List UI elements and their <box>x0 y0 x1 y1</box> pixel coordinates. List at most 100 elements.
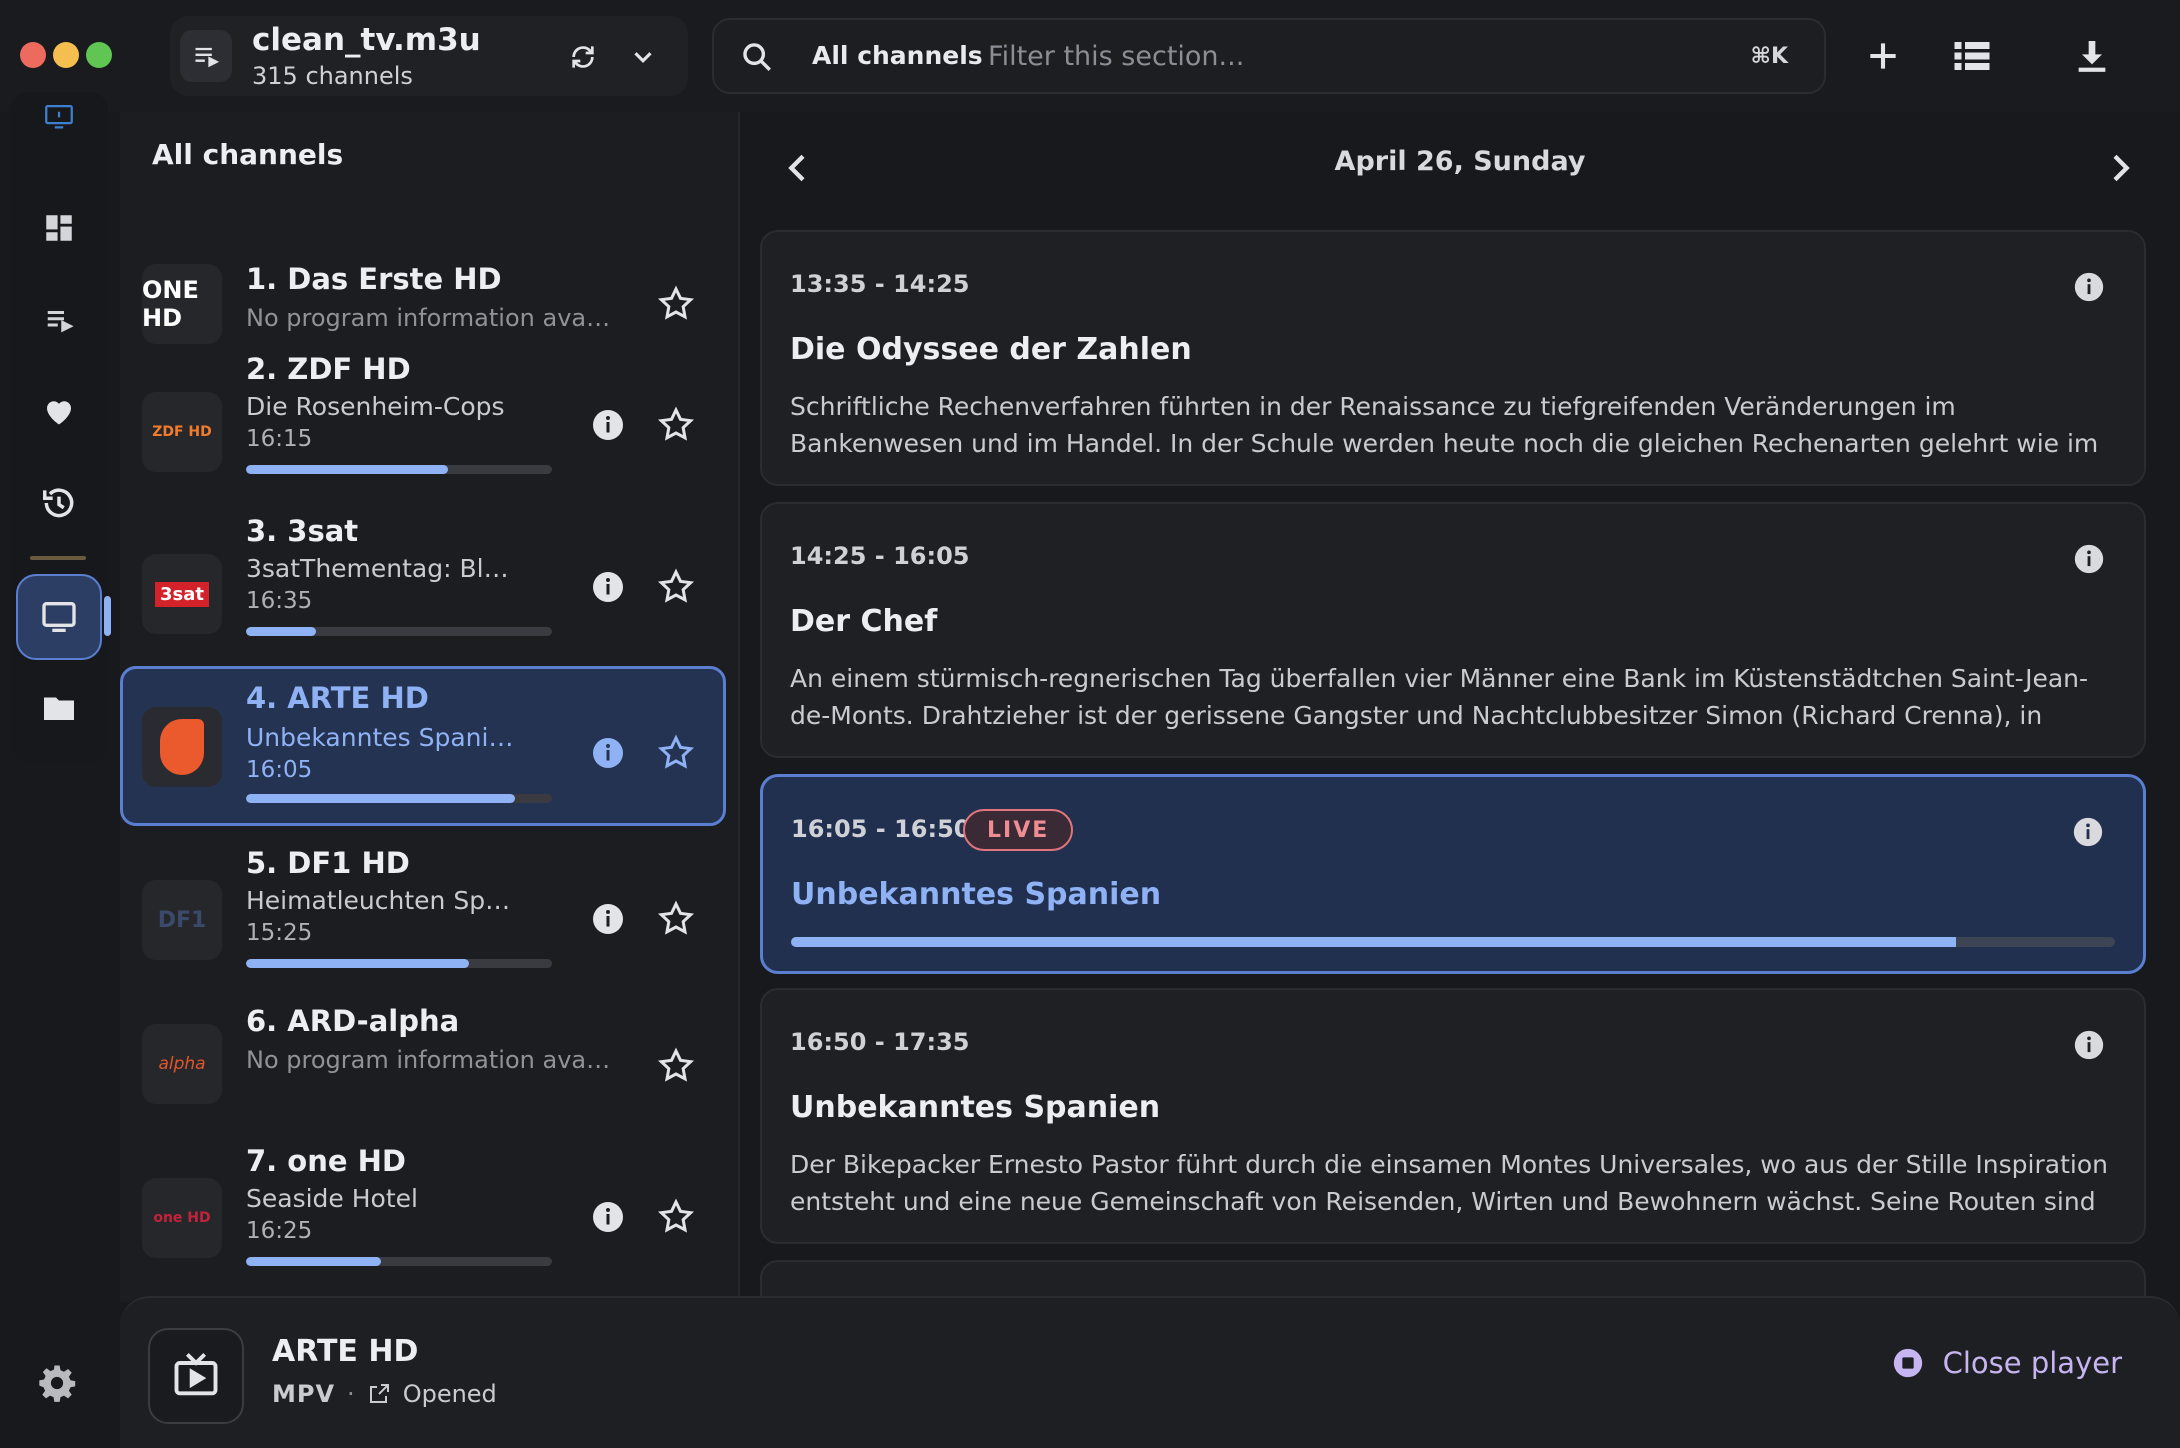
chevron-down-icon[interactable] <box>620 34 666 80</box>
program-title: Unbekanntes Spanien <box>790 1090 1161 1125</box>
refresh-icon[interactable] <box>560 34 606 80</box>
channel-row[interactable]: DF1 5. DF1 HD Heimatleuchten Spezial 15:… <box>120 846 726 1006</box>
channel-name: 2. ZDF HD <box>246 352 411 386</box>
favorite-star-icon[interactable] <box>656 733 696 773</box>
channel-logo: 3sat <box>142 554 222 634</box>
program-time: 14:25 - 16:05 <box>790 542 970 570</box>
channel-name: 4. ARTE HD <box>246 681 429 715</box>
info-icon[interactable] <box>590 569 626 605</box>
search-input[interactable] <box>988 32 1688 80</box>
player-channel-name: ARTE HD <box>272 1334 419 1369</box>
maximize-window-button[interactable] <box>86 42 112 68</box>
program-description: Schriftliche Rechenverfahren führten in … <box>790 392 2099 458</box>
playlists-icon[interactable] <box>0 290 118 350</box>
playlist-title: clean_tv.m3u <box>252 22 481 58</box>
program-description: An einem stürmisch-regnerischen Tag über… <box>790 664 2089 730</box>
favorites-heart-icon[interactable] <box>0 381 118 441</box>
info-icon[interactable] <box>2072 1028 2106 1062</box>
channel-program: Seaside Hotel <box>246 1184 418 1213</box>
favorite-star-icon[interactable] <box>656 899 696 939</box>
channel-program-time: 16:25 <box>246 1218 313 1244</box>
guide-date: April 26, Sunday <box>1334 146 1586 177</box>
info-icon[interactable] <box>2072 270 2106 304</box>
list-view-icon[interactable] <box>1944 28 2000 84</box>
download-icon[interactable] <box>2064 28 2120 84</box>
program-time: 16:50 - 17:35 <box>790 1028 970 1056</box>
next-day-chevron-icon[interactable] <box>2100 148 2140 188</box>
live-badge: LIVE <box>963 809 1074 851</box>
info-icon[interactable] <box>2072 542 2106 576</box>
close-player-button[interactable]: Close player <box>1891 1346 2122 1380</box>
channel-program: Unbekanntes Spanien <box>246 723 518 752</box>
favorite-star-icon[interactable] <box>656 405 696 445</box>
program-title: Der Chef <box>790 604 938 639</box>
open-external-icon <box>369 1384 389 1403</box>
channel-progress <box>246 794 552 803</box>
program-card[interactable]: 16:50 - 17:35 Unbekanntes Spanien Der Bi… <box>760 988 2146 1244</box>
channel-row[interactable]: alpha 6. ARD-alpha No program informatio… <box>120 1004 726 1164</box>
favorite-star-icon[interactable] <box>656 1197 696 1237</box>
channel-program-time: 16:05 <box>246 757 313 783</box>
stop-icon <box>1893 1348 1922 1378</box>
playlist-channel-count: 315 channels <box>252 62 413 90</box>
search-icon <box>743 43 771 71</box>
channel-logo: arte <box>142 707 222 787</box>
search-bar[interactable]: All channels ⌘K <box>712 18 1826 94</box>
channel-program-time: 16:35 <box>246 588 313 614</box>
channel-name: 5. DF1 HD <box>246 846 410 880</box>
info-icon[interactable] <box>590 735 626 771</box>
player-bar: ARTE HD MPV · Opened Close player <box>120 1296 2180 1448</box>
player-meta: MPV · Opened <box>272 1380 497 1408</box>
channel-name: 7. one HD <box>246 1144 406 1178</box>
program-card-live[interactable]: 16:05 - 16:50 LIVE Unbekanntes Spanien <box>760 774 2146 974</box>
tv-play-icon <box>148 1328 244 1424</box>
meta-separator: · <box>347 1380 355 1408</box>
favorite-star-icon[interactable] <box>656 567 696 607</box>
shortcut-hint: ⌘K <box>1750 44 1788 69</box>
app-window: clean_tv.m3u 315 channels All channels ⌘… <box>0 0 2180 1448</box>
channel-list-panel: All channels ONE HD 1. Das Erste HD No p… <box>120 112 738 1302</box>
history-icon[interactable] <box>0 473 118 533</box>
channel-program: Die Rosenheim-Cops <box>246 392 505 421</box>
channel-progress <box>246 959 552 968</box>
channel-program: Heimatleuchten Spezial <box>246 886 518 915</box>
playlist-selector[interactable]: clean_tv.m3u 315 channels <box>170 16 688 96</box>
info-icon[interactable] <box>2071 815 2105 849</box>
app-logo-icon <box>0 86 118 146</box>
channel-program: No program information availa... <box>246 304 616 332</box>
info-icon[interactable] <box>590 407 626 443</box>
search-scope[interactable]: All channels <box>812 41 983 70</box>
channel-row[interactable]: ZDF HD 2. ZDF HD Die Rosenheim-Cops 16:1… <box>120 352 726 512</box>
channel-name: 1. Das Erste HD <box>246 262 502 296</box>
channel-program: No program information availa... <box>246 1046 616 1074</box>
program-card[interactable]: 13:35 - 14:25 Die Odyssee der Zahlen Sch… <box>760 230 2146 486</box>
program-card[interactable]: 14:25 - 16:05 Der Chef An einem stürmisc… <box>760 502 2146 758</box>
channel-logo: DF1 <box>142 880 222 960</box>
channel-logo: one HD <box>142 1178 222 1258</box>
close-player-label: Close player <box>1942 1346 2122 1380</box>
info-icon[interactable] <box>590 901 626 937</box>
channel-program-time: 16:15 <box>246 426 313 452</box>
favorite-star-icon[interactable] <box>656 284 696 324</box>
channel-row[interactable]: one HD 7. one HD Seaside Hotel 16:25 <box>120 1144 726 1304</box>
settings-gear-icon[interactable] <box>36 1362 82 1408</box>
program-time: 16:05 - 16:50 <box>791 815 971 843</box>
channel-list-heading: All channels <box>152 138 344 171</box>
folder-icon[interactable] <box>0 678 118 738</box>
dashboard-icon[interactable] <box>0 198 118 258</box>
info-icon[interactable] <box>590 1199 626 1235</box>
channel-row-selected[interactable]: arte 4. ARTE HD Unbekanntes Spanien 16:0… <box>120 666 726 826</box>
favorite-star-icon[interactable] <box>656 1046 696 1086</box>
program-title: Unbekanntes Spanien <box>791 877 1162 912</box>
program-progress <box>791 937 2115 947</box>
channel-logo: ZDF HD <box>142 392 222 472</box>
tv-icon <box>0 587 118 647</box>
add-icon[interactable] <box>1855 28 1911 84</box>
channel-progress <box>246 627 552 636</box>
channel-row[interactable]: 3sat 3. 3sat 3satThementag: Blätter... 1… <box>120 514 726 674</box>
close-window-button[interactable] <box>20 42 46 68</box>
channel-progress <box>246 465 552 474</box>
minimize-window-button[interactable] <box>53 42 79 68</box>
program-guide: April 26, Sunday 13:35 - 14:25 Die Odyss… <box>740 112 2180 1380</box>
playlist-icon <box>180 30 232 82</box>
